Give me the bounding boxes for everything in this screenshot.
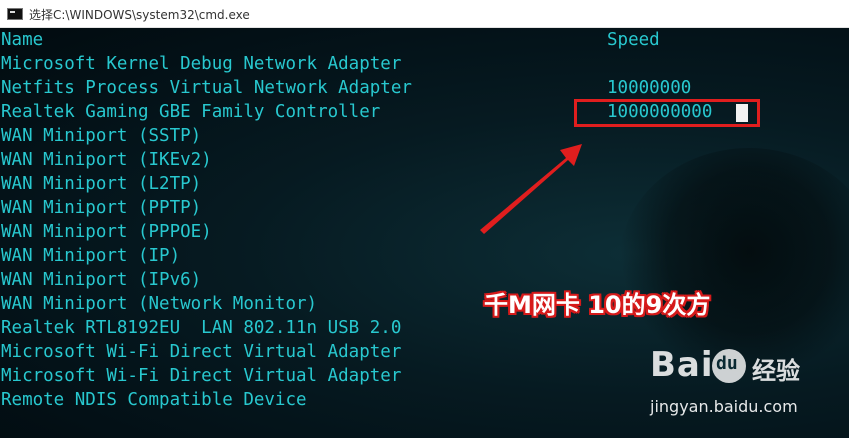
adapter-name: Microsoft Wi-Fi Direct Virtual Adapter bbox=[1, 342, 402, 362]
watermark-logo: Bai bbox=[650, 345, 714, 385]
speed-highlight-box bbox=[574, 99, 760, 127]
adapter-row: WAN Miniport (PPPOE) bbox=[1, 220, 212, 244]
adapter-name: WAN Miniport (IP) bbox=[1, 246, 181, 266]
adapter-name: Realtek RTL8192EU LAN 802.11n USB 2.0 bbox=[1, 318, 402, 338]
adapter-name: Microsoft Wi-Fi Direct Virtual Adapter bbox=[1, 366, 402, 386]
window-title: 选择C:\WINDOWS\system32\cmd.exe bbox=[29, 8, 250, 22]
watermark-url: jingyan.baidu.com bbox=[650, 397, 798, 416]
background-shadow bbox=[619, 148, 849, 378]
adapter-name: Remote NDIS Compatible Device bbox=[1, 390, 307, 410]
adapter-row: Remote NDIS Compatible Device bbox=[1, 388, 307, 412]
header-name: Name bbox=[1, 30, 44, 50]
text-cursor bbox=[736, 104, 748, 122]
adapter-name: WAN Miniport (PPTP) bbox=[1, 198, 202, 218]
adapter-name: WAN Miniport (PPPOE) bbox=[1, 222, 212, 242]
adapter-row: WAN Miniport (SSTP) bbox=[1, 124, 201, 148]
adapter-row: WAN Miniport (PPTP) bbox=[1, 196, 201, 220]
adapter-name: WAN Miniport (Network Monitor) bbox=[1, 294, 318, 314]
adapter-name: Netfits Process Virtual Network Adapter bbox=[1, 78, 412, 98]
header-speed: Speed bbox=[607, 30, 660, 50]
adapter-name: Realtek Gaming GBE Family Controller bbox=[1, 102, 381, 122]
adapter-row: WAN Miniport (IPv6) bbox=[1, 268, 201, 292]
cmd-window: 选择C:\WINDOWS\system32\cmd.exe Name Speed … bbox=[0, 0, 849, 438]
adapter-row: WAN Miniport (IKEv2) bbox=[1, 148, 212, 172]
adapter-row: WAN Miniport (Network Monitor) bbox=[1, 292, 317, 316]
baidu-watermark: Bai 经验 jingyan.baidu.com bbox=[650, 345, 840, 430]
baidu-paw-icon bbox=[712, 349, 746, 383]
adapter-name: WAN Miniport (SSTP) bbox=[1, 126, 202, 146]
watermark-cn: 经验 bbox=[752, 357, 800, 385]
adapter-name: Microsoft Kernel Debug Network Adapter bbox=[1, 54, 402, 74]
adapter-row: WAN Miniport (L2TP) bbox=[1, 172, 201, 196]
adapter-name: WAN Miniport (L2TP) bbox=[1, 174, 202, 194]
console-icon bbox=[7, 8, 23, 20]
header-row: Name Speed bbox=[1, 28, 660, 52]
annotation-label: 千M网卡 10的9次方 bbox=[484, 291, 711, 319]
adapter-speed: 10000000 bbox=[607, 78, 692, 98]
annotation-arrow-icon bbox=[480, 144, 582, 234]
adapter-name: WAN Miniport (IPv6) bbox=[1, 270, 202, 290]
adapter-row: Microsoft Kernel Debug Network Adapter bbox=[1, 52, 401, 76]
adapter-row: Microsoft Wi-Fi Direct Virtual Adapter bbox=[1, 340, 401, 364]
adapter-row: WAN Miniport (IP) bbox=[1, 244, 180, 268]
adapter-row: Microsoft Wi-Fi Direct Virtual Adapter bbox=[1, 364, 401, 388]
title-bar[interactable]: 选择C:\WINDOWS\system32\cmd.exe bbox=[0, 0, 849, 28]
adapter-row: Realtek RTL8192EU LAN 802.11n USB 2.0 bbox=[1, 316, 401, 340]
adapter-name: WAN Miniport (IKEv2) bbox=[1, 150, 212, 170]
adapter-row: Realtek Gaming GBE Family Controller 1000… bbox=[1, 100, 712, 124]
adapter-row: Netfits Process Virtual Network Adapter 1… bbox=[1, 76, 691, 100]
